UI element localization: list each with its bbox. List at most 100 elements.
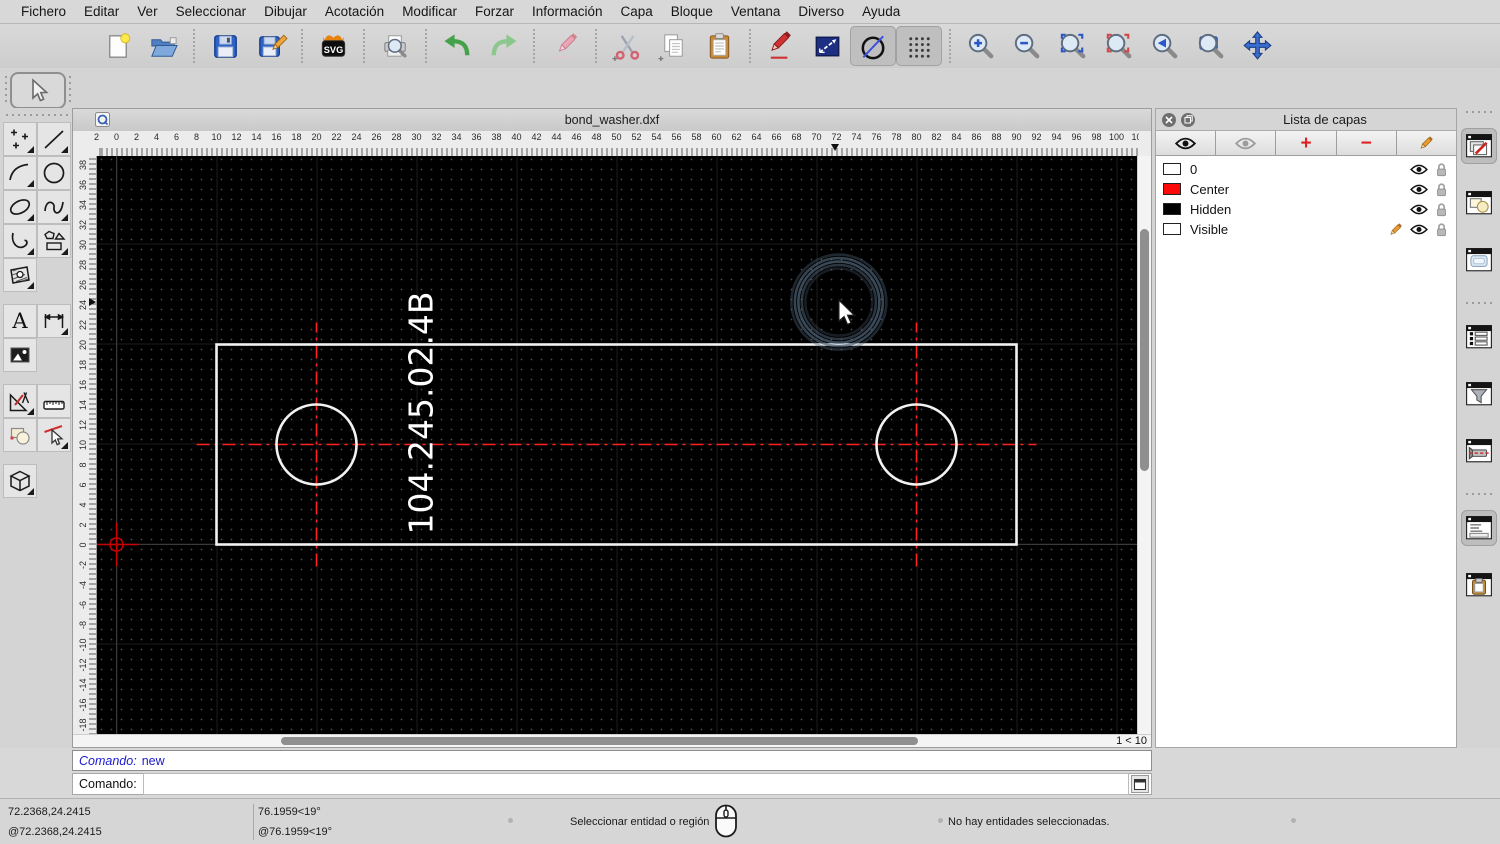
layer-list-dock-button[interactable]: [1460, 128, 1497, 164]
menu-informacion[interactable]: Información: [523, 4, 612, 19]
pen-palette-dock-button[interactable]: [1461, 433, 1497, 469]
menu-fichero[interactable]: Fichero: [12, 4, 75, 19]
pen-button[interactable]: [758, 26, 804, 66]
block-list-dock-button[interactable]: [1461, 185, 1497, 221]
selection-filter-dock-button[interactable]: [1461, 376, 1497, 412]
show-all-layers-button[interactable]: [1156, 131, 1217, 155]
open-file-button[interactable]: [140, 26, 186, 66]
h-ruler-label: 12: [231, 132, 242, 142]
drawing-canvas[interactable]: 104.245.02.4B: [97, 156, 1139, 736]
layer-list-dock-icon: [1465, 132, 1493, 160]
layer-visibility-icon[interactable]: [1410, 164, 1428, 175]
h-ruler-label: 88: [991, 132, 1002, 142]
menu-capa[interactable]: Capa: [612, 4, 662, 19]
grid-toggle[interactable]: [896, 26, 942, 66]
menu-forzar[interactable]: Forzar: [466, 4, 523, 19]
image-tool[interactable]: [3, 338, 37, 372]
save-button[interactable]: [202, 26, 248, 66]
layer-row-center[interactable]: Center: [1156, 179, 1456, 199]
library-browser-dock-button[interactable]: [1461, 242, 1497, 278]
export-svg-button[interactable]: SVG: [310, 26, 356, 66]
command-line-dock-button[interactable]: [1460, 510, 1497, 546]
vertical-scrollbar-thumb[interactable]: [1140, 229, 1149, 471]
command-input[interactable]: [142, 773, 1129, 795]
new-file-button[interactable]: [94, 26, 140, 66]
layer-visibility-icon[interactable]: [1410, 204, 1428, 215]
ellipse-tool[interactable]: [3, 190, 37, 224]
clipboard-dock-button[interactable]: [1461, 567, 1497, 603]
menu-acotacion[interactable]: Acotación: [316, 4, 393, 19]
save-as-button[interactable]: [248, 26, 294, 66]
layer-lock-icon[interactable]: [1435, 202, 1448, 217]
cut-button[interactable]: [604, 26, 650, 66]
layer-lock-icon[interactable]: [1435, 222, 1448, 237]
direct-distance-button[interactable]: [804, 26, 850, 66]
previous-view-button[interactable]: [1142, 26, 1188, 66]
menu-modificar[interactable]: Modificar: [393, 4, 466, 19]
menu-diverso[interactable]: Diverso: [789, 4, 853, 19]
horizontal-scrollbar-thumb[interactable]: [281, 737, 918, 745]
hide-all-layers-button[interactable]: [1216, 131, 1277, 155]
solid-3d-tool[interactable]: [3, 464, 37, 498]
menu-ventana[interactable]: Ventana: [722, 4, 790, 19]
zoom-out-button[interactable]: [1004, 26, 1050, 66]
v-ruler-label: 36: [78, 179, 88, 190]
toolbar-drag-handle[interactable]: [68, 74, 72, 102]
menu-ver[interactable]: Ver: [128, 4, 166, 19]
auto-zoom-button[interactable]: [1050, 26, 1096, 66]
layer-visibility-icon[interactable]: [1410, 224, 1428, 235]
vertical-scrollbar[interactable]: [1137, 156, 1151, 736]
text-tool[interactable]: A: [3, 304, 37, 338]
menu-editar[interactable]: Editar: [75, 4, 128, 19]
layer-row-visible[interactable]: Visible: [1156, 219, 1456, 239]
float-panel-button[interactable]: [1181, 112, 1195, 127]
edit-layer-button[interactable]: [1396, 131, 1457, 155]
hatch-tool[interactable]: [3, 258, 37, 292]
modify-tool[interactable]: [3, 384, 37, 418]
polyline-icon: [11, 232, 28, 249]
selection-pointer-button[interactable]: [10, 72, 66, 109]
remove-layer-button[interactable]: −: [1336, 131, 1397, 155]
arc-tool[interactable]: [3, 156, 37, 190]
redraw-button[interactable]: [1096, 26, 1142, 66]
layer-row-0[interactable]: 0: [1156, 159, 1456, 179]
layer-lock-icon[interactable]: [1435, 162, 1448, 177]
detach-command-button[interactable]: [1131, 775, 1149, 793]
add-layer-button[interactable]: +: [1276, 131, 1337, 155]
paste-button[interactable]: [696, 26, 742, 66]
dock-drag-handle[interactable]: [1463, 110, 1494, 114]
redo-button[interactable]: [480, 26, 526, 66]
zoom-pan-button[interactable]: [1234, 26, 1280, 66]
entity-list-dock-button[interactable]: [1461, 319, 1497, 355]
measure-tool[interactable]: [37, 384, 71, 418]
toolbar-drag-handle[interactable]: [4, 113, 68, 117]
redo-icon: [491, 33, 517, 55]
delete-button[interactable]: [542, 26, 588, 66]
dimension-tool[interactable]: [37, 304, 71, 338]
circle-tool[interactable]: [37, 156, 71, 190]
undo-button[interactable]: [434, 26, 480, 66]
menu-bloque[interactable]: Bloque: [662, 4, 722, 19]
zoom-in-button[interactable]: [958, 26, 1004, 66]
menu-seleccionar[interactable]: Seleccionar: [167, 4, 256, 19]
point-tool[interactable]: [3, 122, 37, 156]
toolbar-drag-handle[interactable]: [4, 74, 8, 102]
layer-lock-icon[interactable]: [1435, 182, 1448, 197]
draft-mode-toggle[interactable]: [850, 26, 896, 66]
zoom-window-button[interactable]: [1188, 26, 1234, 66]
print-preview-button[interactable]: [372, 26, 418, 66]
plus-icon: +: [1300, 132, 1312, 154]
select-entity-tool[interactable]: [37, 418, 71, 452]
close-panel-button[interactable]: [1162, 112, 1176, 127]
horizontal-scrollbar[interactable]: 1 < 10: [73, 734, 1151, 747]
menu-ayuda[interactable]: Ayuda: [853, 4, 909, 19]
spline-tool[interactable]: [37, 190, 71, 224]
menu-dibujar[interactable]: Dibujar: [255, 4, 316, 19]
polyline-tool[interactable]: [3, 224, 37, 258]
layer-visibility-icon[interactable]: [1410, 184, 1428, 195]
order-tool[interactable]: [3, 418, 37, 452]
copy-button[interactable]: [650, 26, 696, 66]
layer-row-hidden[interactable]: Hidden: [1156, 199, 1456, 219]
line-tool[interactable]: [37, 122, 71, 156]
polygon-tool[interactable]: [37, 224, 71, 258]
